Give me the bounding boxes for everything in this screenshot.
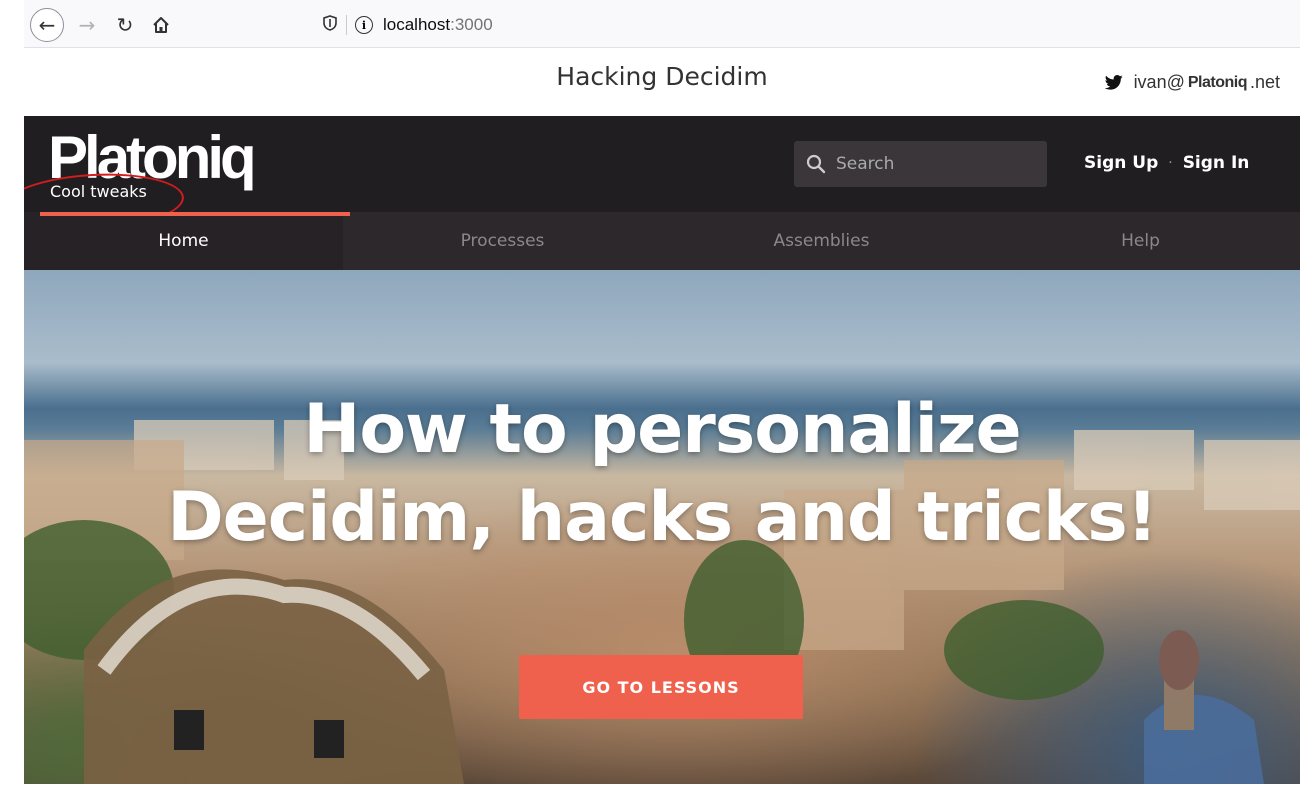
nav-item-help[interactable]: Help xyxy=(981,212,1300,270)
site-header: Platoniq Cool tweaks Sign Up · Sign In xyxy=(24,116,1300,235)
browser-window: ← → ↻ i localhost:3000 Hacking Decidim i… xyxy=(24,0,1300,784)
nav-item-assemblies[interactable]: Assemblies xyxy=(662,212,981,270)
search-icon xyxy=(806,154,826,174)
hero-banner: How to personalize Decidim, hacks and tr… xyxy=(24,270,1300,784)
sign-up-link[interactable]: Sign Up xyxy=(1084,153,1158,173)
nav-item-processes[interactable]: Processes xyxy=(343,212,662,270)
forward-arrow-icon[interactable]: → xyxy=(70,8,104,42)
hero-title-line-2: Decidim, hacks and tricks! xyxy=(167,478,1158,557)
search-box[interactable] xyxy=(794,141,1047,187)
twitter-icon xyxy=(1104,74,1123,90)
browser-toolbar: ← → ↻ i localhost:3000 xyxy=(24,0,1300,48)
url-host: localhost xyxy=(383,15,451,34)
auth-links: Sign Up · Sign In xyxy=(1084,153,1249,173)
search-input[interactable] xyxy=(836,154,1026,174)
reload-icon[interactable]: ↻ xyxy=(108,8,142,42)
home-icon[interactable] xyxy=(144,8,178,42)
main-nav: Home Processes Assemblies Help xyxy=(24,212,1300,270)
hero-title-line-1: How to personalize xyxy=(303,390,1021,469)
banner-contact[interactable]: ivan@ Platoniq .net xyxy=(1104,72,1280,93)
back-arrow-icon[interactable]: ← xyxy=(30,8,64,42)
hero-title: How to personalize Decidim, hacks and tr… xyxy=(24,386,1300,562)
contact-prefix: ivan@ xyxy=(1133,72,1185,92)
sign-in-link[interactable]: Sign In xyxy=(1183,153,1250,173)
auth-separator: · xyxy=(1168,155,1173,171)
go-to-lessons-button[interactable]: GO TO LESSONS xyxy=(519,655,803,719)
info-icon[interactable]: i xyxy=(355,16,373,34)
top-banner: Hacking Decidim ivan@ Platoniq .net xyxy=(24,48,1300,116)
nav-item-home[interactable]: Home xyxy=(24,212,343,270)
shield-icon[interactable] xyxy=(318,15,342,35)
url-port: :3000 xyxy=(450,15,493,34)
contact-suffix: .net xyxy=(1249,72,1280,92)
contact-brand: Platoniq xyxy=(1187,73,1248,91)
url-divider xyxy=(346,15,347,35)
address-bar[interactable]: i localhost:3000 xyxy=(318,8,1300,42)
nav-active-indicator xyxy=(40,212,350,216)
